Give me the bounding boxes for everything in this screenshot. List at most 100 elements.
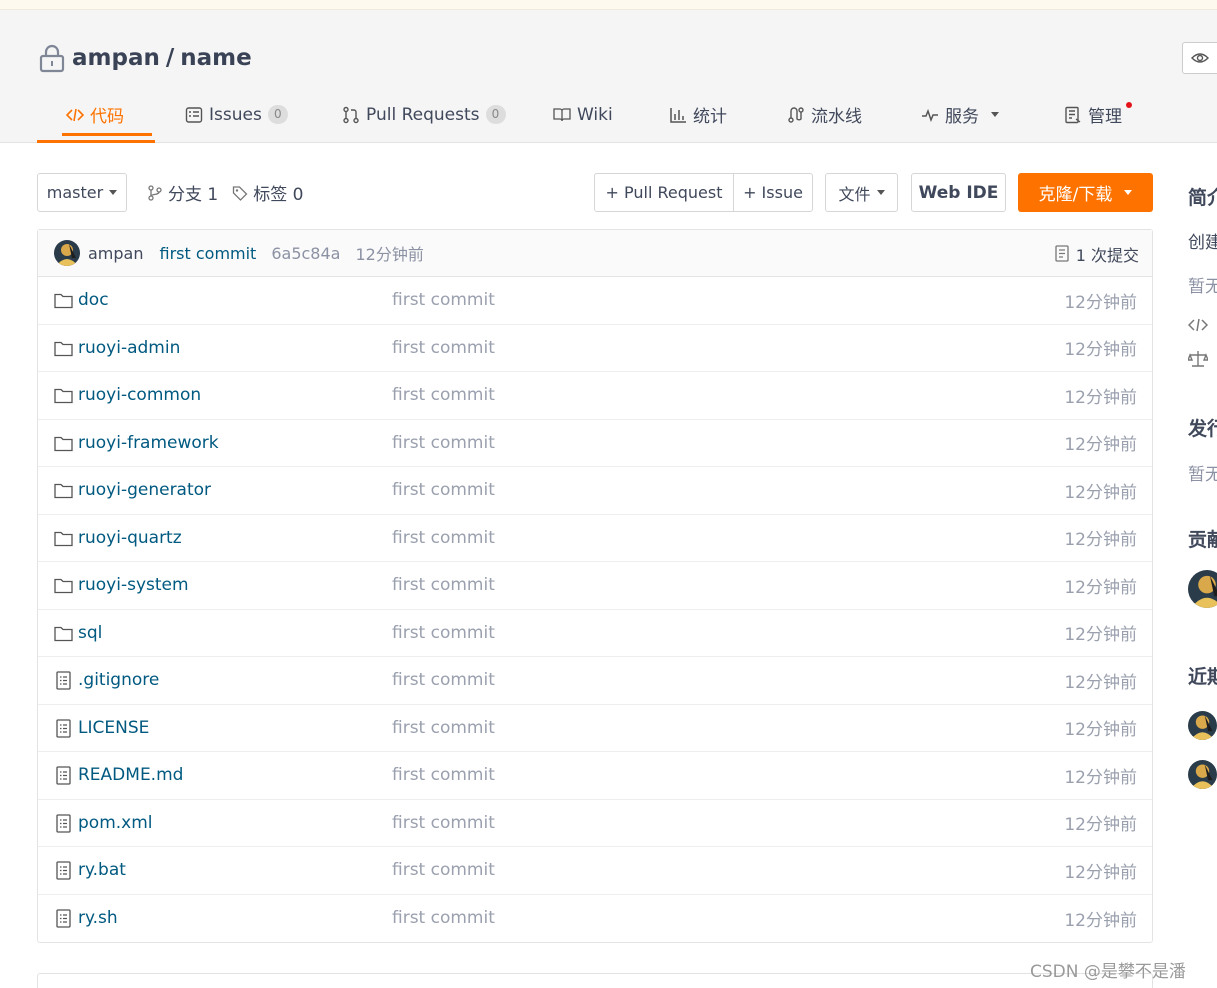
file-name-link[interactable]: .gitignore [78, 670, 159, 690]
file-menu-button[interactable]: 文件 [825, 173, 898, 212]
branch-select[interactable]: master [37, 173, 127, 212]
intro-description: 创建 [1188, 233, 1217, 253]
tab-stats-label: 统计 [693, 107, 727, 127]
file-row[interactable]: ry.bat first commit 12分钟前 [38, 847, 1152, 895]
issues-icon [185, 106, 203, 123]
file-row[interactable]: ruoyi-common first commit 12分钟前 [38, 372, 1152, 420]
notification-dot [1126, 102, 1132, 108]
commit-message-link[interactable]: first commit [160, 244, 257, 263]
repo-owner-link[interactable]: ampan [72, 45, 160, 71]
tab-pipeline[interactable]: 流水线 [787, 93, 862, 136]
tab-manage-label: 管理 [1088, 107, 1122, 127]
file-commit-message-link[interactable]: first commit [392, 480, 495, 500]
watch-button[interactable] [1182, 42, 1217, 74]
file-commit-time: 12分钟前 [1064, 672, 1137, 693]
file-commit-time: 12分钟前 [1064, 292, 1137, 313]
tab-code[interactable]: 代码 [62, 93, 152, 136]
file-commit-time: 12分钟前 [1064, 862, 1137, 883]
commit-count-link[interactable]: 1 次提交 [1055, 230, 1139, 277]
tab-code-label: 代码 [90, 107, 124, 127]
tags-link[interactable]: 标签 0 [232, 180, 303, 205]
file-commit-message-link[interactable]: first commit [392, 623, 495, 643]
new-pull-request-button[interactable]: + Pull Request [595, 174, 733, 211]
file-commit-message-link[interactable]: first commit [392, 670, 495, 690]
commit-author-link[interactable]: ampan [88, 244, 144, 263]
pulse-icon [922, 108, 938, 122]
file-commit-message-link[interactable]: first commit [392, 908, 495, 928]
file-commit-message-link[interactable]: first commit [392, 528, 495, 548]
file-row[interactable]: ruoyi-admin first commit 12分钟前 [38, 325, 1152, 372]
file-commit-time: 12分钟前 [1064, 815, 1137, 836]
file-commit-time: 12分钟前 [1064, 577, 1137, 598]
file-name-link[interactable]: sql [78, 623, 102, 643]
file-name-link[interactable]: ry.bat [78, 860, 126, 880]
file-commit-message-link[interactable]: first commit [392, 765, 495, 785]
web-ide-button[interactable]: Web IDE [911, 173, 1006, 212]
file-row[interactable]: README.md first commit 12分钟前 [38, 752, 1152, 800]
new-issue-button[interactable]: + Issue [733, 174, 812, 211]
tag-icon [233, 185, 248, 201]
file-commit-message-link[interactable]: first commit [392, 718, 495, 738]
file-name-link[interactable]: ruoyi-quartz [78, 528, 182, 548]
file-name-link[interactable]: LICENSE [78, 718, 149, 738]
file-commit-message-link[interactable]: first commit [392, 338, 495, 358]
branches-label: 分支 1 [168, 185, 219, 205]
file-row[interactable]: pom.xml first commit 12分钟前 [38, 800, 1152, 847]
file-row[interactable]: ruoyi-system first commit 12分钟前 [38, 562, 1152, 610]
file-commit-message-link[interactable]: first commit [392, 385, 495, 405]
releases-heading: 发行 [1188, 418, 1217, 440]
file-commit-message-link[interactable]: first commit [392, 433, 495, 453]
commit-sha-link[interactable]: 6a5c84a [271, 244, 340, 263]
tab-pull-requests[interactable]: Pull Requests 0 [342, 93, 506, 136]
avatar[interactable] [54, 240, 80, 266]
branch-tag-info: 分支 1 标签 0 [147, 173, 303, 212]
file-row[interactable]: ry.sh first commit 12分钟前 [38, 895, 1152, 943]
file-row[interactable]: ruoyi-quartz first commit 12分钟前 [38, 515, 1152, 562]
chevron-down-icon [109, 190, 118, 195]
file-name-link[interactable]: ry.sh [78, 908, 118, 928]
file-name-link[interactable]: ruoyi-system [78, 575, 189, 595]
file-row[interactable]: ruoyi-generator first commit 12分钟前 [38, 467, 1152, 515]
file-commit-time: 12分钟前 [1064, 910, 1137, 931]
file-name-link[interactable]: ruoyi-admin [78, 338, 180, 358]
file-commit-message-link[interactable]: first commit [392, 813, 495, 833]
recent-activity-heading: 近期 [1188, 666, 1217, 688]
lock-icon [39, 44, 65, 73]
file-row[interactable]: doc first commit 12分钟前 [38, 277, 1152, 325]
file-name-link[interactable]: README.md [78, 765, 183, 785]
tab-stats[interactable]: 统计 [669, 93, 727, 136]
file-commit-time: 12分钟前 [1064, 720, 1137, 741]
repo-name-link[interactable]: name [180, 45, 251, 71]
file-name-link[interactable]: doc [78, 290, 109, 310]
tab-services[interactable]: 服务 [921, 93, 999, 136]
file-commit-time: 12分钟前 [1064, 530, 1137, 551]
tab-issues[interactable]: Issues 0 [185, 93, 288, 136]
file-row[interactable]: ruoyi-framework first commit 12分钟前 [38, 420, 1152, 467]
repo-title: ampan / name [38, 43, 252, 73]
pipeline-icon [788, 106, 804, 123]
branch-select-value: master [46, 183, 104, 202]
file-name-link[interactable]: ruoyi-framework [78, 433, 219, 453]
folder-icon [54, 341, 73, 356]
clone-download-button[interactable]: 克隆/下载 [1018, 173, 1153, 212]
file-row[interactable]: .gitignore first commit 12分钟前 [38, 657, 1152, 705]
file-commit-message-link[interactable]: first commit [392, 575, 495, 595]
file-commit-message-link[interactable]: first commit [392, 290, 495, 310]
tab-wiki[interactable]: Wiki [553, 93, 613, 136]
file-row[interactable]: sql first commit 12分钟前 [38, 610, 1152, 657]
tab-services-label: 服务 [945, 107, 979, 127]
bar-chart-icon [670, 107, 686, 123]
file-row[interactable]: LICENSE first commit 12分钟前 [38, 705, 1152, 752]
readme-panel [37, 973, 1153, 988]
file-name-link[interactable]: pom.xml [78, 813, 153, 833]
tab-manage[interactable]: 管理 [1064, 93, 1122, 136]
file-name-link[interactable]: ruoyi-common [78, 385, 201, 405]
avatar[interactable] [1188, 711, 1217, 740]
avatar[interactable] [1188, 760, 1217, 789]
eye-icon [1191, 53, 1209, 63]
commit-count-label: 1 次提交 [1075, 245, 1139, 265]
avatar[interactable] [1188, 570, 1217, 608]
branches-link[interactable]: 分支 1 [147, 180, 218, 205]
file-name-link[interactable]: ruoyi-generator [78, 480, 211, 500]
file-commit-message-link[interactable]: first commit [392, 860, 495, 880]
